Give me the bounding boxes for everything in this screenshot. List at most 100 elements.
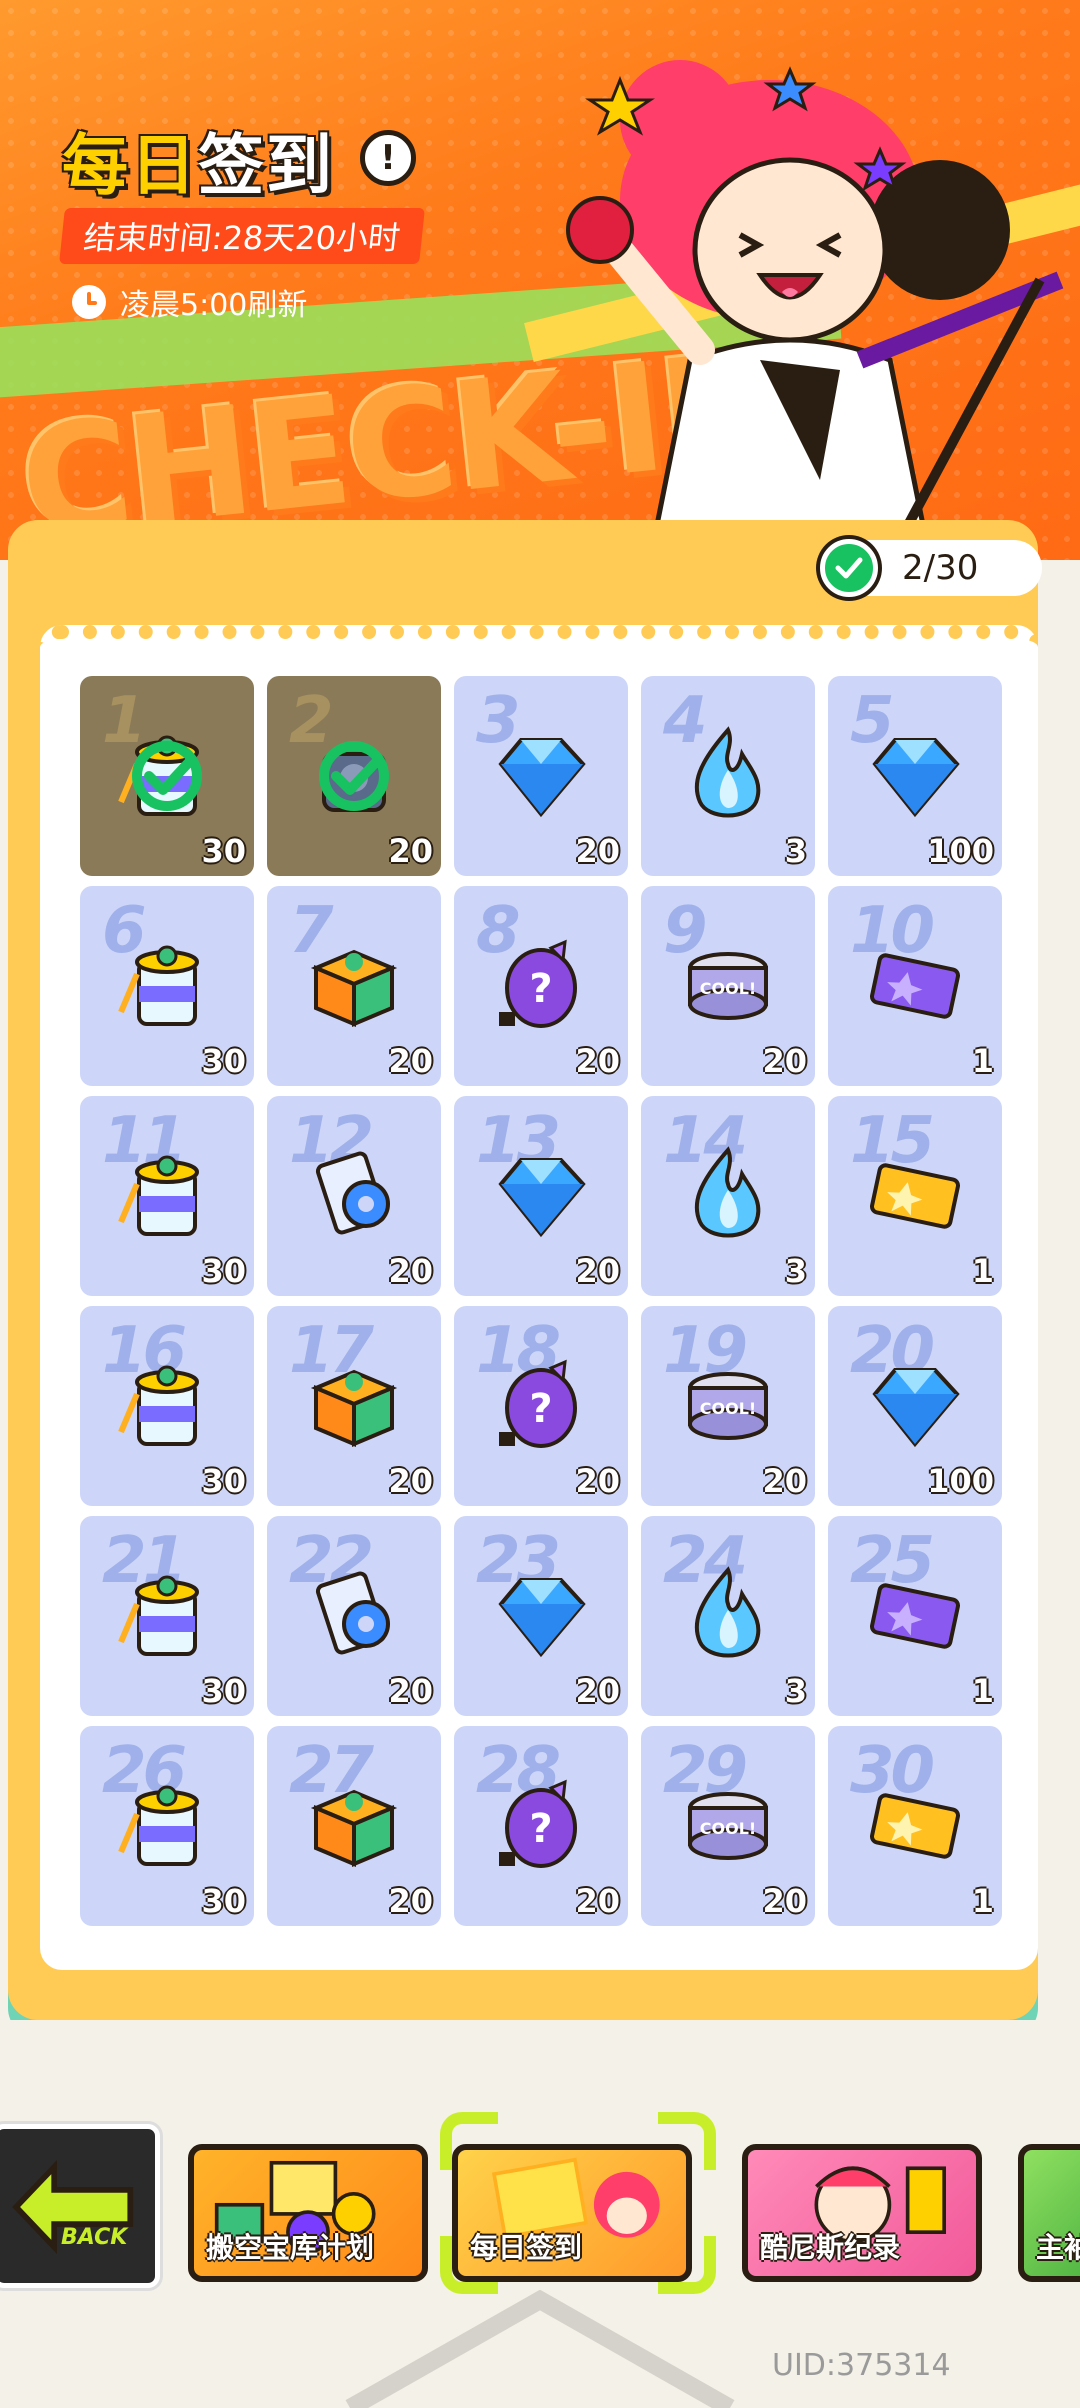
bucket-icon (118, 1155, 199, 1236)
day-reward-cell[interactable]: 10 1 (828, 886, 1002, 1086)
day-reward-cell[interactable]: 30 1 (828, 1726, 1002, 1926)
bucket-icon (118, 1785, 199, 1866)
day-reward-cell[interactable]: 23 20 (454, 1516, 628, 1716)
nav-main-story[interactable]: 主袖 (1018, 2144, 1080, 2282)
diamond-icon (498, 1578, 586, 1658)
day-reward-cell[interactable]: 13 20 (454, 1096, 628, 1296)
day-reward-cell[interactable]: 16 30 (80, 1306, 254, 1506)
box-icon (310, 1369, 398, 1448)
reward-quantity: 3 (784, 1252, 807, 1290)
reward-quantity: 3 (784, 1672, 807, 1710)
day-reward-cell[interactable]: 22 20 (267, 1516, 441, 1716)
bucket-icon (118, 1365, 199, 1446)
day-reward-cell[interactable]: 2 20 (267, 676, 441, 876)
claimed-check-icon (302, 724, 406, 828)
reward-quantity: 30 (201, 1042, 246, 1080)
svg-text:?: ? (529, 1386, 552, 1432)
day-reward-cell[interactable]: 6 30 (80, 886, 254, 1086)
reward-quantity: 20 (575, 832, 620, 870)
day-reward-cell[interactable]: 18? 20 (454, 1306, 628, 1506)
rewards-grid: 1 30 2 20 3 20 4 3 5 100 6 30 7 20 8? 20 9 COOL! 20 10 1 11 30… (80, 676, 1005, 1926)
title-part-2: 签到 (198, 127, 334, 204)
nav-vault-plan[interactable]: 搬空宝库计划 (188, 2144, 428, 2282)
clock-icon (72, 285, 106, 319)
watermark-logo (345, 2290, 735, 2408)
progress-text: 2/30 (902, 548, 979, 588)
reward-quantity: 30 (201, 1672, 246, 1710)
mystery-egg-icon: ? (499, 1359, 577, 1448)
reward-quantity: 30 (201, 832, 246, 870)
info-button[interactable]: ! (360, 130, 416, 186)
day-reward-cell[interactable]: 25 1 (828, 1516, 1002, 1716)
claimed-check-icon (115, 724, 219, 828)
reward-quantity: 20 (388, 1252, 433, 1290)
blue-flame-icon (694, 1566, 761, 1658)
refresh-info: 凌晨5:00刷新 (72, 280, 307, 324)
reward-quantity: 20 (575, 1042, 620, 1080)
reward-quantity: 100 (927, 832, 994, 870)
reward-quantity: 20 (575, 1252, 620, 1290)
day-reward-cell[interactable]: 11 30 (80, 1096, 254, 1296)
reward-quantity: 1 (971, 1672, 994, 1710)
checkin-banner: CHECK-IN 每日签到 ! 结束时间:28天20小时 凌晨5:00刷新 (0, 0, 1080, 560)
character-illustration (566, 60, 1064, 560)
day-reward-cell[interactable]: 3 20 (454, 676, 628, 876)
svg-text:COOL!: COOL! (700, 1399, 756, 1418)
tape-icon (315, 1571, 390, 1655)
day-reward-cell[interactable]: 19 COOL! 20 (641, 1306, 815, 1506)
nav-main-label: 主袖 (1036, 2231, 1080, 2264)
day-reward-cell[interactable]: 7 20 (267, 886, 441, 1086)
refresh-text: 凌晨5:00刷新 (120, 288, 308, 323)
checkin-screen: CHECK-IN 每日签到 ! 结束时间:28天20小时 凌晨5:00刷新 2/… (0, 0, 1080, 2408)
reward-quantity: 20 (388, 1042, 433, 1080)
nav-vault-label: 搬空宝库计划 (206, 2231, 375, 2264)
svg-text:?: ? (529, 1806, 552, 1852)
reward-quantity: 100 (927, 1462, 994, 1500)
day-reward-cell[interactable]: 12 20 (267, 1096, 441, 1296)
day-reward-cell[interactable]: 15 1 (828, 1096, 1002, 1296)
reward-quantity: 1 (971, 1882, 994, 1920)
day-reward-cell[interactable]: 28? 20 (454, 1726, 628, 1926)
day-reward-cell[interactable]: 29 COOL! 20 (641, 1726, 815, 1926)
back-arrow-icon (12, 2159, 134, 2255)
day-reward-cell[interactable]: 8? 20 (454, 886, 628, 1086)
back-button[interactable]: BACK (0, 2124, 160, 2288)
progress-counter: 2/30 (820, 539, 1042, 597)
reward-quantity: 20 (388, 1882, 433, 1920)
day-reward-cell[interactable]: 5 100 (828, 676, 1002, 876)
day-reward-cell[interactable]: 17 20 (267, 1306, 441, 1506)
reward-quantity: 20 (388, 832, 433, 870)
mystery-egg-icon: ? (499, 1779, 577, 1868)
reward-quantity: 20 (762, 1882, 807, 1920)
svg-text:COOL!: COOL! (700, 979, 756, 998)
back-label: BACK (61, 2225, 128, 2250)
diamond-icon (498, 738, 586, 818)
purple-ticket-icon (870, 953, 960, 1019)
reward-quantity: 30 (201, 1462, 246, 1500)
nav-kuni-record[interactable]: 酷尼斯纪录 (742, 2144, 982, 2282)
reward-quantity: 3 (784, 832, 807, 870)
day-reward-cell[interactable]: 14 3 (641, 1096, 815, 1296)
selection-corner (440, 2236, 498, 2294)
day-reward-cell[interactable]: 1 30 (80, 676, 254, 876)
tape-icon (315, 1151, 390, 1235)
day-reward-cell[interactable]: 27 20 (267, 1726, 441, 1926)
day-reward-cell[interactable]: 21 30 (80, 1516, 254, 1716)
day-reward-cell[interactable]: 20 100 (828, 1306, 1002, 1506)
reward-quantity: 20 (388, 1672, 433, 1710)
reward-quantity: 20 (762, 1462, 807, 1500)
day-reward-cell[interactable]: 9 COOL! 20 (641, 886, 815, 1086)
day-reward-cell[interactable]: 43 (641, 676, 815, 876)
reward-quantity: 1 (971, 1042, 994, 1080)
reward-quantity: 20 (575, 1882, 620, 1920)
diamond-icon (872, 738, 960, 818)
reward-quantity: 20 (575, 1462, 620, 1500)
diamond-icon (872, 1368, 960, 1448)
page-title: 每日签到 (62, 112, 334, 208)
selection-corner (658, 2236, 716, 2294)
reward-quantity: 30 (201, 1882, 246, 1920)
day-reward-cell[interactable]: 26 30 (80, 1726, 254, 1926)
box-icon (310, 949, 398, 1028)
diamond-icon (498, 1158, 586, 1238)
day-reward-cell[interactable]: 24 3 (641, 1516, 815, 1716)
